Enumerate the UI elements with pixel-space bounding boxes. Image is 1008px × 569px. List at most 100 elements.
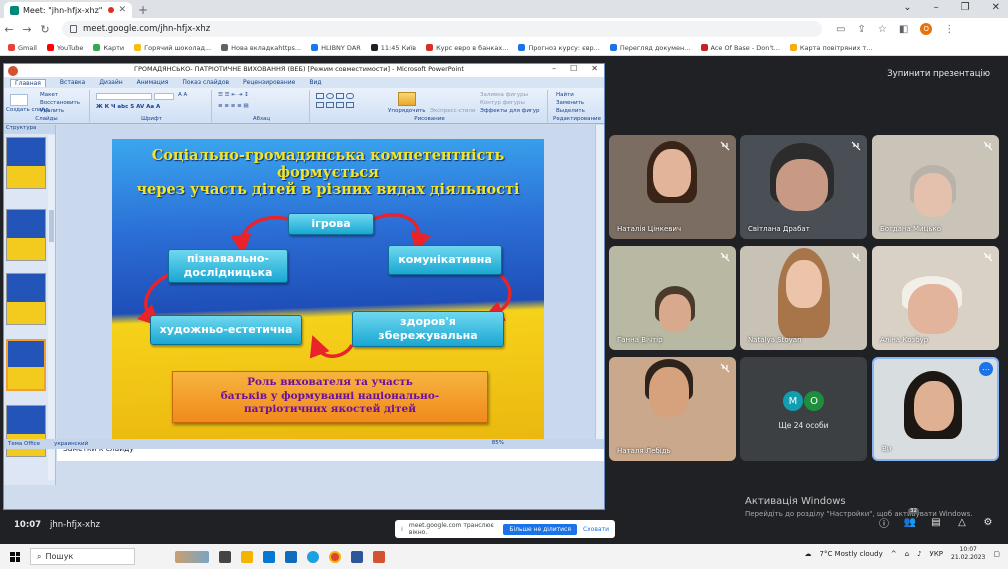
slide-vertical-scrollbar[interactable]: [595, 125, 604, 439]
bold-button[interactable]: Ж К Ч abc S AV Aa A: [96, 104, 160, 110]
store-icon[interactable]: [263, 550, 275, 563]
edge-icon[interactable]: [307, 550, 319, 563]
bookmark-item[interactable]: YouTube: [46, 44, 83, 52]
menu-dots-icon[interactable]: ⋮: [944, 24, 954, 35]
chrome-icon[interactable]: [329, 550, 341, 563]
replace-button[interactable]: Заменить: [556, 100, 584, 106]
slide-thumbnail[interactable]: [6, 405, 46, 457]
bookmark-item[interactable]: Курс евро в банках...: [426, 44, 508, 52]
shape-rounded-icon[interactable]: [346, 93, 354, 99]
chat-icon[interactable]: ▤: [930, 516, 942, 528]
network-icon[interactable]: ⌂: [905, 550, 909, 558]
maximize-button[interactable]: ❐: [961, 2, 970, 13]
layout-button[interactable]: Макет: [40, 92, 58, 98]
font-size-select[interactable]: [154, 93, 174, 100]
status-language[interactable]: украинский: [54, 441, 88, 447]
new-slide-icon[interactable]: [10, 94, 28, 106]
stop-presenting-button[interactable]: Зупинити презентацію: [887, 69, 990, 79]
news-widget-icon[interactable]: [175, 550, 209, 563]
ribbon-tab[interactable]: Рецензирование: [243, 79, 295, 86]
profile-avatar[interactable]: O: [920, 23, 933, 35]
tray-chevron-icon[interactable]: ^: [891, 550, 897, 558]
activities-icon[interactable]: △: [956, 516, 968, 528]
ribbon-tab[interactable]: Вид: [309, 79, 321, 86]
ribbon-tab[interactable]: Анимация: [137, 79, 169, 86]
arrange-button[interactable]: Упорядочить: [388, 108, 426, 114]
notifications-icon[interactable]: ▢: [993, 550, 1000, 558]
shape-outline-button[interactable]: Контур фигуры: [480, 100, 525, 106]
participant-tile[interactable]: Аліна Козбур: [872, 246, 999, 350]
participant-tile[interactable]: Natalya Stoyan: [740, 246, 867, 350]
others-tile[interactable]: M O Ще 24 особи: [740, 357, 867, 461]
file-explorer-icon[interactable]: [241, 550, 253, 563]
font-grow-button[interactable]: A A: [178, 92, 187, 98]
shape-triangle-icon[interactable]: [326, 102, 334, 108]
ribbon-tab[interactable]: Главная: [10, 78, 46, 87]
bookmark-item[interactable]: Нова вкладкаhttps...: [221, 44, 301, 52]
minimize-button[interactable]: –: [934, 2, 939, 13]
volume-icon[interactable]: ♪: [917, 550, 921, 558]
bookmark-item[interactable]: Горячий шоколад...: [134, 44, 211, 52]
align-buttons[interactable]: ≡ ≡ ≡ ≡ ▤: [218, 103, 249, 109]
back-button[interactable]: ←: [0, 23, 18, 36]
arrange-icon[interactable]: [398, 92, 416, 106]
bookmark-item[interactable]: HLIBNY DAR: [311, 44, 361, 52]
hide-banner-button[interactable]: Сховати: [583, 526, 609, 533]
participant-tile[interactable]: Ганна Вічтір: [609, 246, 736, 350]
bookmark-item[interactable]: Карта повітряних т...: [789, 44, 873, 52]
browser-tab-meet[interactable]: Meet: "jhn-hfjx-xhz" ✕: [4, 2, 132, 18]
word-icon[interactable]: [351, 550, 363, 563]
ppt-maximize-button[interactable]: ☐: [570, 64, 577, 73]
bookmark-item[interactable]: Карти: [93, 44, 124, 52]
ribbon-tab[interactable]: Вставка: [60, 79, 85, 86]
shape-oval-icon[interactable]: [326, 93, 334, 99]
find-button[interactable]: Найти: [556, 92, 574, 98]
bookmark-item[interactable]: Gmail: [8, 44, 37, 52]
express-styles-button[interactable]: Экспресс-стили: [430, 108, 476, 114]
info-icon[interactable]: ⓘ: [878, 516, 890, 530]
new-tab-button[interactable]: +: [138, 3, 148, 17]
powerpoint-icon[interactable]: [373, 550, 385, 563]
self-tile[interactable]: ⋯ Ви: [872, 357, 999, 461]
slide-thumbnail[interactable]: [6, 273, 46, 325]
taskbar-clock[interactable]: 10:07 21.02.2023: [951, 546, 985, 562]
participant-tile[interactable]: Світлана Драбат: [740, 135, 867, 239]
address-bar[interactable]: meet.google.com/jhn-hfjx-xhz: [62, 21, 822, 37]
start-button[interactable]: [0, 551, 30, 562]
restore-button[interactable]: Восстановить: [40, 100, 80, 106]
close-window-button[interactable]: ✕: [992, 2, 1000, 13]
shape-arrow-icon[interactable]: [336, 102, 344, 108]
stop-sharing-button[interactable]: Більше не ділитися: [503, 523, 577, 535]
ppt-close-button[interactable]: ✕: [591, 64, 598, 73]
slide-thumbnail[interactable]: [6, 209, 46, 261]
shape-rect2-icon[interactable]: [336, 93, 344, 99]
mail-icon[interactable]: [285, 550, 297, 563]
office-button-icon[interactable]: [8, 65, 18, 76]
bookmark-item[interactable]: Ace Of Base - Don't...: [700, 44, 780, 52]
host-controls-icon[interactable]: ⚙: [982, 516, 994, 528]
font-name-select[interactable]: [96, 93, 152, 100]
shape-effects-button[interactable]: Эффекты для фигур: [480, 108, 540, 114]
forward-button[interactable]: →: [18, 23, 36, 36]
taskbar-search[interactable]: ⌕ Пошук: [30, 548, 135, 565]
outline-tab[interactable]: Структура: [4, 125, 55, 134]
slide-thumbnail[interactable]: [6, 137, 46, 189]
participant-tile[interactable]: Наталія Цінкевич: [609, 135, 736, 239]
shape-rect-icon[interactable]: [316, 93, 324, 99]
camera-icon[interactable]: ▭: [836, 24, 845, 35]
bullets-button[interactable]: ☰ ☰ ⇤ ⇥ ↕: [218, 92, 249, 98]
shape-fill-button[interactable]: Заливка фигуры: [480, 92, 528, 98]
task-view-icon[interactable]: [219, 550, 231, 563]
thumbnail-scroll-thumb[interactable]: [49, 210, 54, 242]
ribbon-tab[interactable]: Показ слайдов: [182, 79, 229, 86]
participant-tile[interactable]: Наталя Лебідь: [609, 357, 736, 461]
ppt-minimize-button[interactable]: –: [552, 64, 556, 73]
delete-slide-button[interactable]: Удалить: [40, 108, 64, 114]
sidepanel-icon[interactable]: ◧: [899, 24, 908, 35]
zoom-level[interactable]: 85%: [492, 440, 504, 446]
shape-line-icon[interactable]: [316, 102, 324, 108]
slide-thumbnail-selected[interactable]: [6, 339, 46, 391]
star-icon[interactable]: ☆: [878, 24, 887, 35]
reload-button[interactable]: ↻: [36, 23, 54, 36]
more-options-icon[interactable]: ⋯: [979, 362, 993, 376]
